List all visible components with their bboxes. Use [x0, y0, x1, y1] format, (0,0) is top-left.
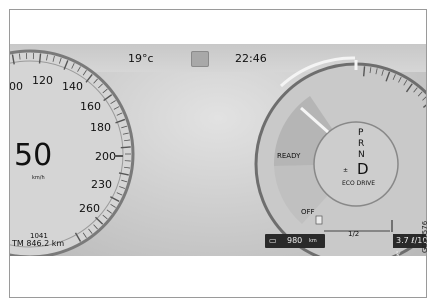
- off-label: OFF: [301, 208, 315, 216]
- speed-tick-label: 200: [95, 150, 116, 163]
- speed-tick-label: 140: [62, 80, 83, 93]
- speed-tick: [120, 146, 131, 149]
- gear-letter-n: N: [358, 150, 365, 160]
- speed-tick-label: 120: [32, 74, 53, 87]
- speedometer: 00 120 140 160 180 200 230 260 50 km/h: [10, 49, 135, 256]
- speed-value: 50: [14, 138, 52, 173]
- range-unit: km: [309, 238, 317, 244]
- speed-unit: km/h: [32, 175, 45, 181]
- trip-meter: TM 846.2 km: [12, 239, 65, 248]
- speed-tick-label: 00: [10, 80, 23, 93]
- selected-gear: D: [357, 160, 369, 178]
- gear-shift-indicator: ±: [343, 167, 348, 174]
- tachometer: READY OFF P R N D ± ECO DRIVE 1/2: [254, 56, 426, 256]
- fuel-pump-icon: [315, 215, 323, 225]
- gauge-graphics: 00 120 140 160 180 200 230 260 50 km/h R…: [10, 49, 426, 256]
- instrument-cluster-display: 19°c 22:46 00 120 140 160 180 200 230 26…: [10, 44, 426, 256]
- speed-tick-label: 180: [90, 121, 111, 134]
- range-display: ▭ 980 km: [265, 234, 325, 248]
- image-code: G057576: [421, 220, 429, 253]
- drive-mode: ECO DRIVE: [342, 180, 375, 187]
- gear-letter-r: R: [358, 139, 364, 149]
- ready-label: READY: [277, 152, 301, 160]
- odometer: 1041 TM 846.2 km: [12, 232, 64, 248]
- gear-letter-p: P: [358, 128, 364, 138]
- range-value: 980: [287, 236, 303, 245]
- speed-tick-label: 160: [80, 100, 101, 113]
- speed-tick-label: 260: [79, 202, 100, 215]
- fuel-range-icon: ▭: [269, 236, 277, 245]
- tacho-tick: [362, 66, 366, 77]
- speed-tick-label: 230: [91, 178, 112, 191]
- gear-center-dial: [313, 121, 399, 207]
- fuel-half-label: 1/2: [348, 230, 359, 238]
